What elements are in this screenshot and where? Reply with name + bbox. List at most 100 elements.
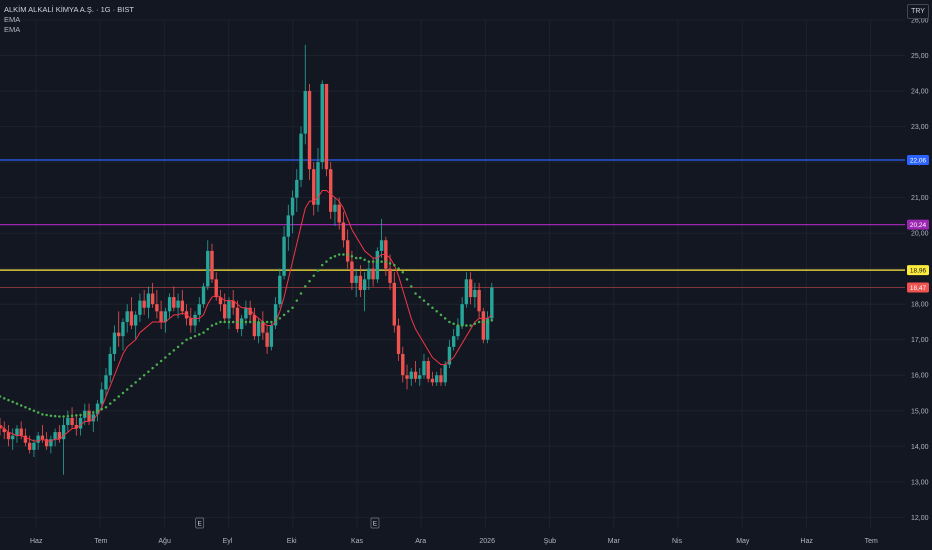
ema-slow-dot <box>448 320 451 324</box>
y-tick-label: 24,00 <box>911 89 929 96</box>
ema-slow-dot <box>231 320 235 324</box>
candle-body <box>214 279 218 298</box>
ema-slow-dot <box>24 405 27 409</box>
ema-slow-dot <box>270 320 273 324</box>
ema-slow-dot <box>210 324 214 327</box>
ema-slow-dot <box>134 381 137 384</box>
x-tick-label: Eyl <box>223 538 233 545</box>
candle-body <box>155 304 159 312</box>
candles <box>0 44 494 475</box>
ema-slow-dot <box>32 409 36 413</box>
price-badge-label: 18,96 <box>910 268 927 275</box>
ema-slow-dot <box>388 262 392 265</box>
legend-ema-2[interactable]: EMA <box>4 25 134 35</box>
candle-body <box>299 133 303 180</box>
candle-body <box>112 332 117 354</box>
candle-body <box>129 311 134 326</box>
candle-body <box>159 311 163 322</box>
ema-slow-dot <box>439 313 443 317</box>
ema-slow-dot <box>337 253 341 256</box>
candle-body <box>108 353 112 376</box>
legend: ALKİM ALKALİ KİMYA A.Ş. · 1G · BIST EMA … <box>4 5 134 35</box>
ema-slow-dot <box>435 310 438 313</box>
ema-slow-dot <box>291 306 294 309</box>
ema-slow-dot <box>236 320 239 324</box>
candle-body <box>223 304 227 319</box>
y-tick-label: 12,00 <box>911 515 929 522</box>
candle-body <box>307 91 312 170</box>
ema-slow-dot <box>486 320 489 324</box>
ema-slow-dot <box>371 260 375 263</box>
candle-body <box>320 83 324 163</box>
candle-body <box>146 293 151 308</box>
y-tick-label: 14,00 <box>911 444 929 451</box>
candle-body <box>324 83 329 170</box>
x-tick-label: Mar <box>608 538 621 545</box>
price-badge-label: 18,47 <box>910 285 927 292</box>
y-tick-label: 18,00 <box>911 302 929 309</box>
ema-slow-dot <box>320 263 324 267</box>
ema-slow-dot <box>41 413 44 416</box>
candle-body <box>167 297 172 312</box>
ema-slow-dot <box>380 260 383 263</box>
event-marker-label: E <box>198 521 203 528</box>
price-badge-label: 20,24 <box>910 222 927 229</box>
candle-body <box>333 204 337 212</box>
candle-body <box>32 442 36 450</box>
ema-slow-dot <box>138 377 142 381</box>
ema-slow-dot <box>227 320 231 324</box>
ema-slow-dot <box>49 414 53 417</box>
candle-body <box>337 204 341 223</box>
ema-slow-dot <box>265 320 269 324</box>
ema-slow-dot <box>19 404 23 407</box>
ema-slow-dot <box>7 398 10 402</box>
ema-slow-dot <box>401 270 405 274</box>
ema-slow-dot <box>193 334 197 338</box>
ema-slow-dot <box>181 342 184 345</box>
ema-slow-dot <box>108 402 112 405</box>
event-markers: EE <box>195 517 380 529</box>
candle-body <box>430 378 435 383</box>
candle-body <box>138 300 142 315</box>
ema-slow-dot <box>147 370 150 373</box>
candle-body <box>201 286 206 305</box>
chart-title: ALKİM ALKALİ KİMYA A.Ş. · 1G · BIST <box>4 5 134 14</box>
candle-body <box>392 282 397 326</box>
currency-button[interactable]: TRY <box>907 4 929 19</box>
candle-body <box>180 300 185 312</box>
x-axis: Haz Tem Ağu Eyl Eki Kas Ara 2026 Şub Mar Nis May Haz… <box>30 538 878 545</box>
price-chart[interactable]: EE 12,0013,0014,0015,0016,0017,0018,0019… <box>0 0 932 550</box>
ema-slow-dot <box>219 320 222 324</box>
ema-slow-dot <box>75 414 78 417</box>
ema-slow-dot <box>223 320 226 324</box>
candle-body <box>227 300 231 319</box>
ema-slow-dot <box>384 260 388 263</box>
candle-body <box>473 289 477 298</box>
candle-body <box>176 300 180 308</box>
candle-body <box>426 361 430 379</box>
ema-slow-dot <box>164 356 167 359</box>
ema-slow-dot <box>346 253 349 256</box>
ema-slow-dot <box>87 412 91 415</box>
candle-body <box>375 250 380 280</box>
ema-slow-dot <box>240 320 243 324</box>
legend-ema-1[interactable]: EMA <box>4 15 134 25</box>
ema-slow-dot <box>53 414 57 418</box>
ema-slow-dot <box>278 317 282 320</box>
x-tick-label: Haz <box>30 538 43 545</box>
candle-body <box>244 307 248 319</box>
candle-body <box>295 179 299 198</box>
candle-body <box>117 332 121 337</box>
ema-slow-dot <box>456 324 460 327</box>
candle-body <box>435 375 439 383</box>
ema-slow-dot <box>142 373 146 377</box>
ema-slow-dot <box>261 320 265 324</box>
ema-slow-dot <box>350 254 354 258</box>
candle-body <box>312 169 316 205</box>
x-tick-label: Ara <box>415 538 426 545</box>
candle-body <box>121 321 125 337</box>
ema-slow-dot <box>70 414 74 417</box>
ema-slow-dot <box>62 415 65 418</box>
candle-body <box>388 268 392 283</box>
y-tick-label: 21,00 <box>911 195 929 202</box>
